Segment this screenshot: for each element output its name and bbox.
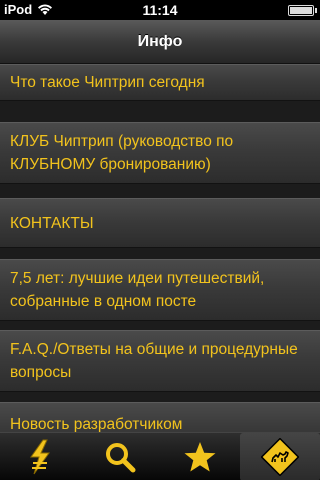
menu-item-club[interactable]: КЛУБ Чиптрип (руководство по КЛУБНОМУ бр…	[0, 122, 320, 184]
menu-item-label: КЛУБ Чиптрип (руководство по КЛУБНОМУ бр…	[10, 133, 234, 173]
menu-item-label: КОНТАКТЫ	[10, 214, 94, 232]
status-bar: iPod 11:14	[0, 0, 320, 20]
search-icon	[106, 443, 136, 473]
menu-item-developer-news[interactable]: Новость разработчиком	[0, 402, 320, 432]
menu-item-faq[interactable]: F.A.Q./Ответы на общие и процедурные воп…	[0, 330, 320, 392]
clock: 11:14	[142, 2, 178, 18]
menu-item-label: 7,5 лет: лучшие идеи путешествий, собран…	[10, 270, 265, 310]
page-title: Инфо	[137, 33, 183, 50]
info-menu-list[interactable]: Что такое Чиптрип сегодня КЛУБ Чиптрип (…	[0, 64, 320, 432]
menu-item-contacts[interactable]: КОНТАКТЫ	[0, 198, 320, 248]
navigation-bar: Инфо	[0, 20, 320, 64]
star-icon	[184, 442, 216, 472]
camel-sign-icon	[261, 438, 299, 476]
tab-bar	[0, 432, 320, 480]
menu-item-what-is-cheaptrip[interactable]: Что такое Чиптрип сегодня	[0, 64, 320, 101]
menu-item-label: F.A.Q./Ответы на общие и процедурные воп…	[10, 341, 298, 381]
battery-icon	[288, 5, 317, 16]
tab-favorites[interactable]	[160, 433, 240, 480]
menu-item-best-ideas[interactable]: 7,5 лет: лучшие идеи путешествий, собран…	[0, 259, 320, 321]
menu-item-label: Новость разработчиком	[10, 416, 183, 432]
tab-search[interactable]	[80, 433, 160, 480]
tab-info[interactable]	[240, 433, 320, 480]
menu-item-label: Что такое Чиптрип сегодня	[10, 74, 205, 91]
tab-home[interactable]	[0, 433, 80, 480]
lightning-logo-icon	[30, 439, 50, 475]
